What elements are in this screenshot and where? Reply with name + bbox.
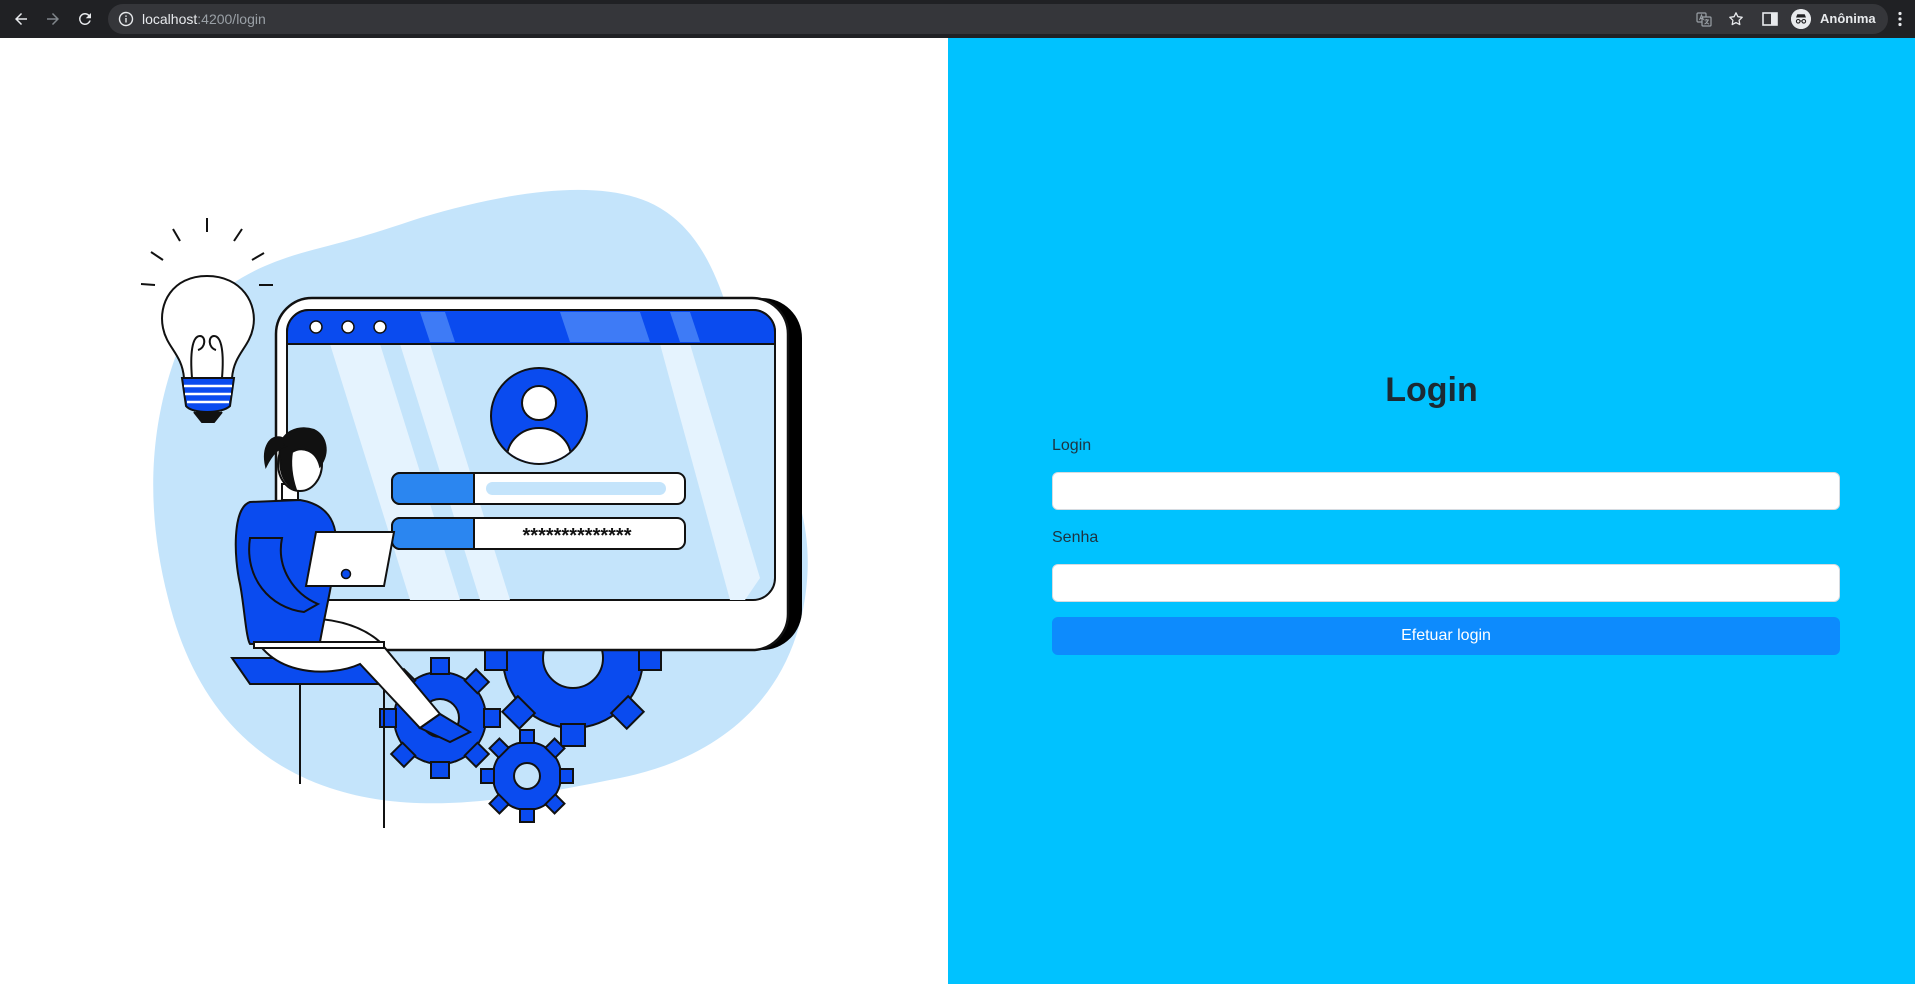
kebab-menu-icon[interactable] [1890,9,1910,29]
login-label: Login [1052,437,1092,454]
illustration-username-field [391,472,686,505]
back-button[interactable] [7,5,35,33]
info-icon[interactable] [118,11,134,27]
login-panel: Login Login Senha Efetuar login [948,38,1915,984]
translate-icon[interactable] [1696,11,1712,27]
page-title: Login [1385,371,1478,409]
submit-button[interactable]: Efetuar login [1052,617,1840,655]
browser-toolbar: localhost:4200/login [0,0,1915,38]
url-path: :4200/login [197,11,266,27]
star-icon[interactable] [1728,11,1744,27]
window-titlebar [286,309,776,345]
forward-button[interactable] [39,5,67,33]
illustration-password-field: ************** [391,517,686,550]
illustration-password-mask: ************** [523,525,632,547]
url-host: localhost [142,11,198,27]
illustration-pane: ************** [0,38,948,984]
login-input[interactable] [1052,472,1840,510]
profile-label: Anônima [1820,11,1876,26]
back-icon [15,13,27,25]
url-text[interactable]: localhost:4200/login [142,11,266,27]
password-input[interactable] [1052,564,1840,602]
reload-button[interactable] [71,5,99,33]
side-panel-icon[interactable] [1760,9,1780,29]
address-bar[interactable]: localhost:4200/login [108,4,1888,34]
login-illustration: ************** [140,189,808,828]
gear-small [480,729,574,823]
forward-icon [47,13,59,25]
profile-button[interactable]: Anônima [1786,4,1882,34]
reload-icon [79,12,91,25]
page-viewport: ************** Login Login Senha Efetuar… [0,38,1915,984]
password-label: Senha [1052,529,1099,546]
incognito-icon [1791,9,1811,29]
